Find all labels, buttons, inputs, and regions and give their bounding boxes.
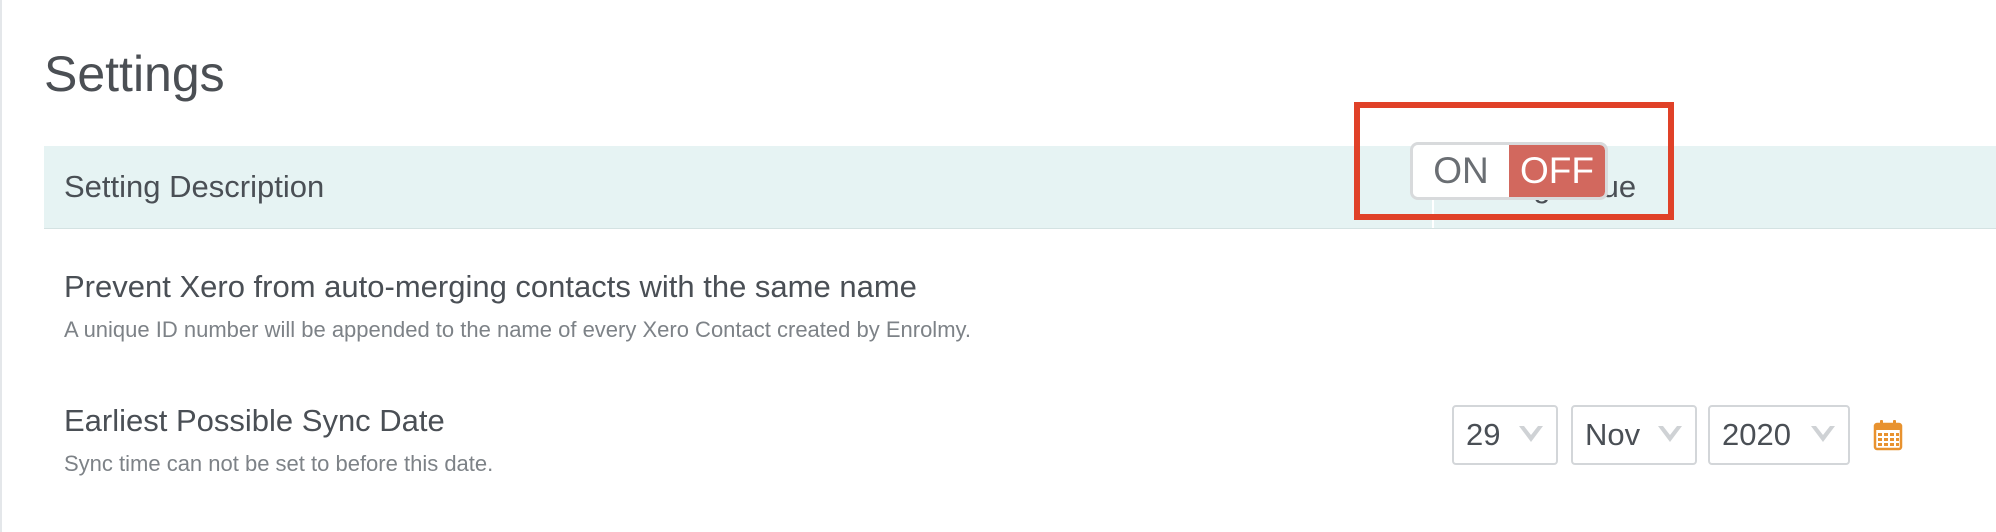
- auto-merge-toggle[interactable]: ON OFF: [1410, 142, 1608, 200]
- setting-title: Earliest Possible Sync Date: [64, 403, 445, 438]
- toggle-on-option[interactable]: ON: [1413, 145, 1509, 197]
- table-row: Earliest Possible Sync Date Sync time ca…: [44, 369, 1996, 501]
- table-header: Setting Description Setting Value: [44, 146, 1996, 229]
- setting-title: Prevent Xero from auto-merging contacts …: [64, 269, 917, 304]
- settings-table: Setting Description Setting Value Preven…: [44, 146, 1996, 501]
- setting-subtitle: A unique ID number will be appended to t…: [64, 317, 971, 342]
- setting-subtitle: Sync time can not be set to before this …: [64, 451, 494, 476]
- settings-page: Settings Setting Description Setting Val…: [0, 0, 1996, 532]
- month-select-value: Nov: [1585, 417, 1641, 452]
- toggle-off-option[interactable]: OFF: [1509, 145, 1605, 197]
- month-select[interactable]: Nov: [1571, 405, 1697, 465]
- chevron-down-icon: [1811, 426, 1835, 442]
- chevron-down-icon: [1658, 426, 1682, 442]
- day-select[interactable]: 29: [1452, 405, 1558, 465]
- day-select-value: 29: [1466, 417, 1501, 452]
- calendar-icon[interactable]: [1872, 419, 1904, 451]
- column-header-description: Setting Description: [44, 146, 1434, 228]
- setting-description-cell: Prevent Xero from auto-merging contacts …: [44, 229, 1434, 369]
- year-select[interactable]: 2020: [1708, 405, 1850, 465]
- table-row: Prevent Xero from auto-merging contacts …: [44, 229, 1996, 369]
- left-border: [0, 0, 2, 532]
- chevron-down-icon: [1519, 426, 1543, 442]
- year-select-value: 2020: [1722, 417, 1791, 452]
- setting-description-cell: Earliest Possible Sync Date Sync time ca…: [44, 369, 1434, 501]
- page-title: Settings: [44, 46, 225, 102]
